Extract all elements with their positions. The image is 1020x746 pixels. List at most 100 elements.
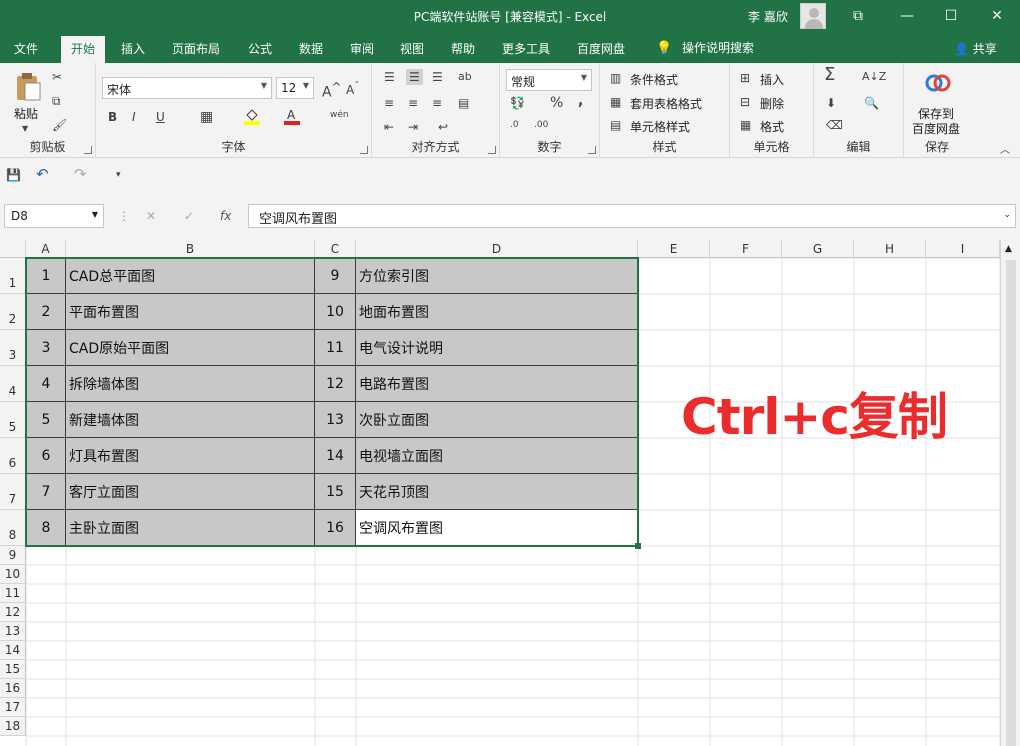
format-painter-icon[interactable]: 🖌: [52, 117, 67, 133]
fill-color-icon[interactable]: [244, 107, 260, 125]
align-top-icon[interactable]: ☰: [384, 69, 395, 85]
minimize-button[interactable]: —: [895, 4, 919, 28]
undo-icon[interactable]: ↶: [36, 166, 49, 182]
column-header-i[interactable]: I: [926, 240, 1000, 258]
row-header-10[interactable]: 10: [0, 565, 26, 584]
chevron-down-icon[interactable]: ▼: [22, 121, 28, 137]
row-header-16[interactable]: 16: [0, 679, 26, 698]
tab-more-tools[interactable]: 更多工具: [502, 40, 550, 57]
align-center-icon[interactable]: ≡: [408, 95, 418, 111]
sort-filter-icon[interactable]: A↓Z: [862, 69, 886, 85]
row-header-17[interactable]: 17: [0, 698, 26, 717]
name-box[interactable]: D8 ▼: [4, 204, 104, 228]
number-format-select[interactable]: 常规 ▼: [506, 69, 592, 91]
row-header-11[interactable]: 11: [0, 584, 26, 603]
autosum-icon[interactable]: Σ: [824, 66, 835, 84]
phonetic-guide-icon[interactable]: wén: [330, 107, 349, 123]
row-header-3[interactable]: 3: [0, 330, 26, 366]
row-header-15[interactable]: 15: [0, 660, 26, 679]
conditional-formatting-icon[interactable]: ▥: [610, 70, 621, 86]
column-header-f[interactable]: F: [710, 240, 782, 258]
row-header-8[interactable]: 8: [0, 510, 26, 546]
delete-cells-icon[interactable]: ⊟: [740, 94, 750, 110]
column-header-d[interactable]: D: [356, 240, 638, 258]
cancel-icon[interactable]: ✕: [146, 208, 156, 224]
column-header-e[interactable]: E: [638, 240, 710, 258]
number-launcher-icon[interactable]: [588, 146, 596, 154]
expand-formula-icon[interactable]: ⌄: [1003, 210, 1011, 220]
increase-indent-icon[interactable]: ⇥: [408, 119, 418, 135]
insert-button[interactable]: 插入: [760, 71, 784, 88]
tab-help[interactable]: 帮助: [451, 40, 475, 57]
fill-down-icon[interactable]: ⬇: [826, 95, 836, 111]
format-button[interactable]: 格式: [760, 118, 784, 135]
scroll-thumb[interactable]: [1006, 260, 1016, 746]
column-header-b[interactable]: B: [66, 240, 315, 258]
decrease-decimal-icon[interactable]: .00: [534, 117, 548, 133]
align-bottom-icon[interactable]: ☰: [432, 69, 443, 85]
tab-home[interactable]: 开始: [61, 36, 106, 63]
clipboard-launcher-icon[interactable]: [84, 146, 92, 154]
row-header-12[interactable]: 12: [0, 603, 26, 622]
font-color-icon[interactable]: A: [284, 107, 300, 125]
comma-button[interactable]: ,: [578, 93, 583, 109]
conditional-formatting-button[interactable]: 条件格式: [630, 71, 678, 88]
percent-button[interactable]: %: [550, 95, 563, 111]
save-icon[interactable]: 💾: [6, 167, 21, 183]
column-header-g[interactable]: G: [782, 240, 854, 258]
format-cells-icon[interactable]: ▦: [740, 117, 751, 133]
font-name-select[interactable]: 宋体 ▼: [102, 77, 272, 99]
increase-decimal-icon[interactable]: .0: [510, 117, 519, 133]
underline-button[interactable]: U: [156, 109, 165, 125]
cell-styles-icon[interactable]: ▤: [610, 117, 621, 133]
tab-page-layout[interactable]: 页面布局: [172, 40, 220, 57]
orientation-icon[interactable]: ab: [458, 69, 472, 85]
row-header-7[interactable]: 7: [0, 474, 26, 510]
accounting-format-icon[interactable]: 💱: [510, 95, 525, 111]
column-header-c[interactable]: C: [315, 240, 356, 258]
align-left-icon[interactable]: ≡: [384, 95, 394, 111]
user-name[interactable]: 李 嘉欣: [748, 8, 788, 25]
row-header-1[interactable]: 1: [0, 258, 26, 294]
formula-input[interactable]: 空调风布置图 ⌄: [248, 204, 1016, 228]
row-header-9[interactable]: 9: [0, 546, 26, 565]
alignment-launcher-icon[interactable]: [488, 146, 496, 154]
insert-function-icon[interactable]: fx: [220, 208, 231, 224]
column-header-a[interactable]: A: [26, 240, 66, 258]
cell-styles-button[interactable]: 单元格样式: [630, 118, 690, 135]
find-select-icon[interactable]: 🔍: [864, 95, 879, 111]
decrease-indent-icon[interactable]: ⇤: [384, 119, 394, 135]
close-button[interactable]: ✕: [985, 4, 1009, 28]
worksheet-grid[interactable]: ABCDEFGHI 1 2 3 4 5 6 7 8 9 10 11 12 13 14 15 16 17 18 1C…: [0, 240, 1020, 746]
row-header-4[interactable]: 4: [0, 366, 26, 402]
avatar[interactable]: [800, 3, 826, 29]
align-right-icon[interactable]: ≡: [432, 95, 442, 111]
font-size-select[interactable]: 12 ▼: [276, 77, 314, 99]
baidu-cloud-icon[interactable]: [924, 71, 952, 93]
enter-icon[interactable]: ✓: [184, 208, 194, 224]
paste-icon[interactable]: [14, 71, 42, 101]
collapse-ribbon-icon[interactable]: ︿: [1000, 143, 1010, 159]
format-as-table-button[interactable]: 套用表格格式: [630, 95, 702, 112]
fill-handle[interactable]: [635, 543, 641, 549]
share-button[interactable]: 👤 共享: [954, 40, 997, 57]
save-to-baidu-line2[interactable]: 百度网盘: [912, 120, 960, 137]
clear-icon[interactable]: ⌫: [826, 117, 843, 133]
maximize-button[interactable]: ☐: [939, 4, 963, 28]
format-as-table-icon[interactable]: ▦: [610, 94, 621, 110]
tab-view[interactable]: 视图: [400, 40, 424, 57]
row-header-6[interactable]: 6: [0, 438, 26, 474]
tab-data[interactable]: 数据: [299, 40, 323, 57]
merge-center-icon[interactable]: ▤: [458, 95, 469, 111]
row-header-13[interactable]: 13: [0, 622, 26, 641]
row-header-2[interactable]: 2: [0, 294, 26, 330]
borders-icon[interactable]: ▦: [200, 109, 213, 125]
column-header-h[interactable]: H: [854, 240, 926, 258]
ribbon-display-options-button[interactable]: ⧉: [846, 4, 870, 28]
cut-icon[interactable]: ✂: [52, 69, 62, 85]
wrap-text-icon[interactable]: ↩: [438, 119, 448, 135]
increase-font-icon[interactable]: A^: [322, 79, 341, 101]
delete-button[interactable]: 删除: [760, 95, 784, 112]
row-header-5[interactable]: 5: [0, 402, 26, 438]
scroll-up-icon[interactable]: ▲: [1005, 244, 1012, 254]
